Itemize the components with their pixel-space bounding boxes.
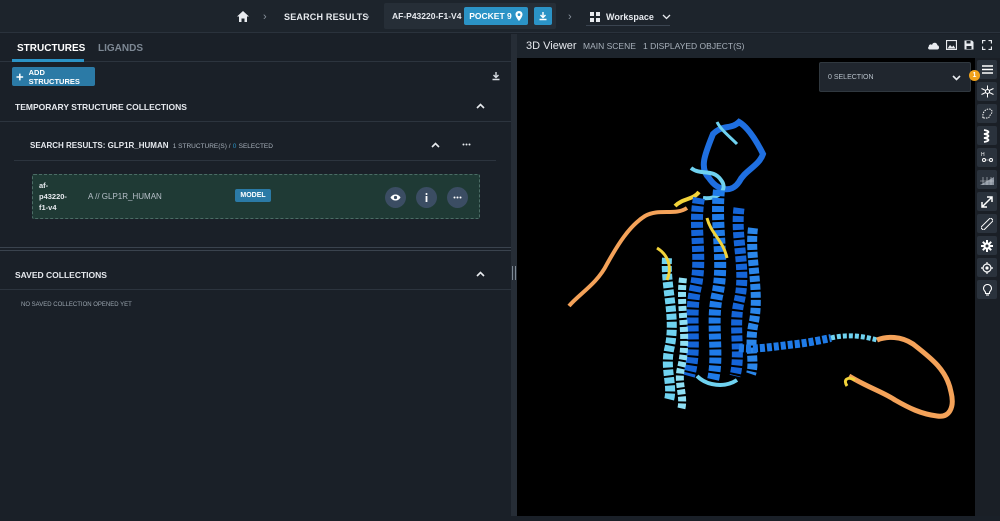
fullscreen-icon[interactable] [982, 40, 992, 50]
3d-viewer-canvas[interactable] [517, 58, 975, 516]
ruler-icon [981, 217, 993, 230]
splitter-grip [512, 266, 516, 280]
chevron-down-icon[interactable] [952, 75, 961, 81]
eye-icon [390, 194, 401, 201]
selection-panel[interactable]: 0 SELECTION [819, 62, 971, 92]
search-group-selected-label: SELECTED [238, 143, 273, 150]
section-divider [0, 121, 511, 122]
hydrogen-bond-icon: H [981, 152, 993, 162]
cloud-icon[interactable] [927, 41, 940, 50]
search-group-count: 1 STRUCTURE(S) / [172, 143, 231, 150]
top-navigation-bar: › SEARCH RESULTS › AF-P43220-F1-V4 POCKE… [0, 0, 1000, 33]
location-pin-icon [515, 11, 523, 21]
home-icon[interactable] [236, 10, 250, 23]
viewer-title: 3D Viewer [526, 40, 577, 52]
workspace-dropdown[interactable]: Workspace [590, 0, 671, 33]
search-group-title: SEARCH RESULTS: GLP1R_HUMAN [30, 141, 169, 150]
viewer-header: 3D Viewer MAIN SCENE 1 DISPLAYED OBJECT(… [517, 34, 1000, 58]
more-options-button[interactable] [447, 187, 468, 208]
target-icon [981, 261, 993, 274]
search-group-selected-count: 0 [232, 143, 237, 150]
structure-chain: A // GLP1R_HUMAN [88, 192, 162, 201]
gear-icon [981, 239, 993, 252]
saved-collections-title: SAVED COLLECTIONS [15, 270, 107, 280]
viewer-toolstrip: 1 H [969, 58, 1000, 516]
tool-molecule[interactable] [977, 82, 997, 101]
section-divider [0, 289, 511, 290]
structures-panel: STRUCTURES LIGANDS ADD STRUCTURES TEMPOR… [0, 34, 511, 516]
group-divider [14, 160, 496, 161]
tool-menu[interactable] [977, 60, 997, 79]
add-structures-label: ADD STRUCTURES [28, 67, 80, 86]
tool-resize[interactable] [977, 192, 997, 211]
tool-surface[interactable] [977, 104, 997, 123]
chevron-right-icon: › [366, 11, 370, 23]
molecule-icon [980, 85, 994, 98]
tab-ligands[interactable]: LIGANDS [98, 43, 143, 54]
structure-id: af- p43220- f1-v4 [39, 180, 67, 213]
active-tab-indicator [12, 59, 84, 62]
tool-light[interactable] [977, 280, 997, 299]
chevron-right-icon: › [568, 11, 572, 23]
visibility-toggle-button[interactable] [385, 187, 406, 208]
tool-grid[interactable] [977, 170, 997, 189]
tool-focus[interactable] [977, 258, 997, 277]
breadcrumb-search-results[interactable]: SEARCH RESULTS [284, 0, 369, 33]
panel-tabs: STRUCTURES LIGANDS [0, 34, 511, 62]
image-icon[interactable] [946, 40, 957, 50]
info-button[interactable] [416, 187, 437, 208]
panel-splitter-horizontal[interactable] [0, 247, 511, 251]
download-button[interactable] [534, 7, 552, 25]
structure-id-line: f1-v4 [39, 203, 57, 212]
entry-id[interactable]: AF-P43220-F1-V4 [392, 11, 461, 21]
selection-count: 0 SELECTION [828, 74, 874, 81]
search-group-header: SEARCH RESULTS: GLP1R_HUMAN 1 STRUCTURE(… [30, 141, 273, 150]
download-icon [539, 12, 547, 21]
svg-text:H: H [981, 152, 985, 158]
surface-icon [981, 108, 993, 119]
protein-structure-render [567, 118, 955, 419]
chevron-right-icon: › [263, 11, 267, 23]
tab-structures[interactable]: STRUCTURES [17, 43, 85, 54]
structure-id-line: af- [39, 181, 49, 190]
ellipsis-icon[interactable] [462, 143, 471, 146]
structure-id-line: p43220- [39, 192, 67, 201]
pocket-label: POCKET 9 [469, 11, 512, 21]
model-badge: MODEL [235, 189, 271, 202]
viewer-panel: 3D Viewer MAIN SCENE 1 DISPLAYED OBJECT(… [517, 34, 1000, 516]
saved-empty-message: NO SAVED COLLECTION OPENED YET [21, 302, 132, 308]
add-structures-button[interactable]: ADD STRUCTURES [12, 67, 95, 86]
grid-surface-icon [980, 176, 994, 185]
structure-card[interactable]: af- p43220- f1-v4 A // GLP1R_HUMAN MODEL [32, 174, 480, 219]
tool-cartoon[interactable] [977, 126, 997, 145]
grid-icon [590, 11, 600, 22]
tool-settings[interactable] [977, 236, 997, 255]
menu-icon [981, 65, 993, 74]
pocket-badge[interactable]: POCKET 9 [464, 7, 528, 25]
notification-count: 1 [972, 72, 977, 79]
chevron-down-icon [662, 14, 671, 19]
displayed-objects-label[interactable]: 1 DISPLAYED OBJECT(S) [643, 41, 744, 51]
download-icon[interactable] [491, 71, 501, 81]
chevron-up-icon[interactable] [431, 142, 440, 148]
plus-icon [16, 73, 24, 80]
info-icon [425, 193, 428, 202]
entry-breadcrumb-group: AF-P43220-F1-V4 POCKET 9 [384, 3, 556, 29]
ellipsis-icon [453, 196, 462, 199]
chevron-up-icon[interactable] [476, 271, 485, 277]
main-scene-label[interactable]: MAIN SCENE [583, 41, 636, 51]
tool-measure[interactable] [977, 214, 997, 233]
temp-collections-title: TEMPORARY STRUCTURE COLLECTIONS [15, 102, 187, 112]
helix-icon [983, 128, 990, 143]
notification-badge: 1 [969, 70, 980, 81]
workspace-label: Workspace [606, 11, 654, 22]
tool-hydrogen[interactable]: H [977, 148, 997, 167]
arrows-icon [981, 195, 993, 208]
save-icon[interactable] [964, 40, 974, 50]
lightbulb-icon [982, 283, 992, 296]
chevron-up-icon[interactable] [476, 103, 485, 109]
workspace-underline [586, 25, 670, 26]
